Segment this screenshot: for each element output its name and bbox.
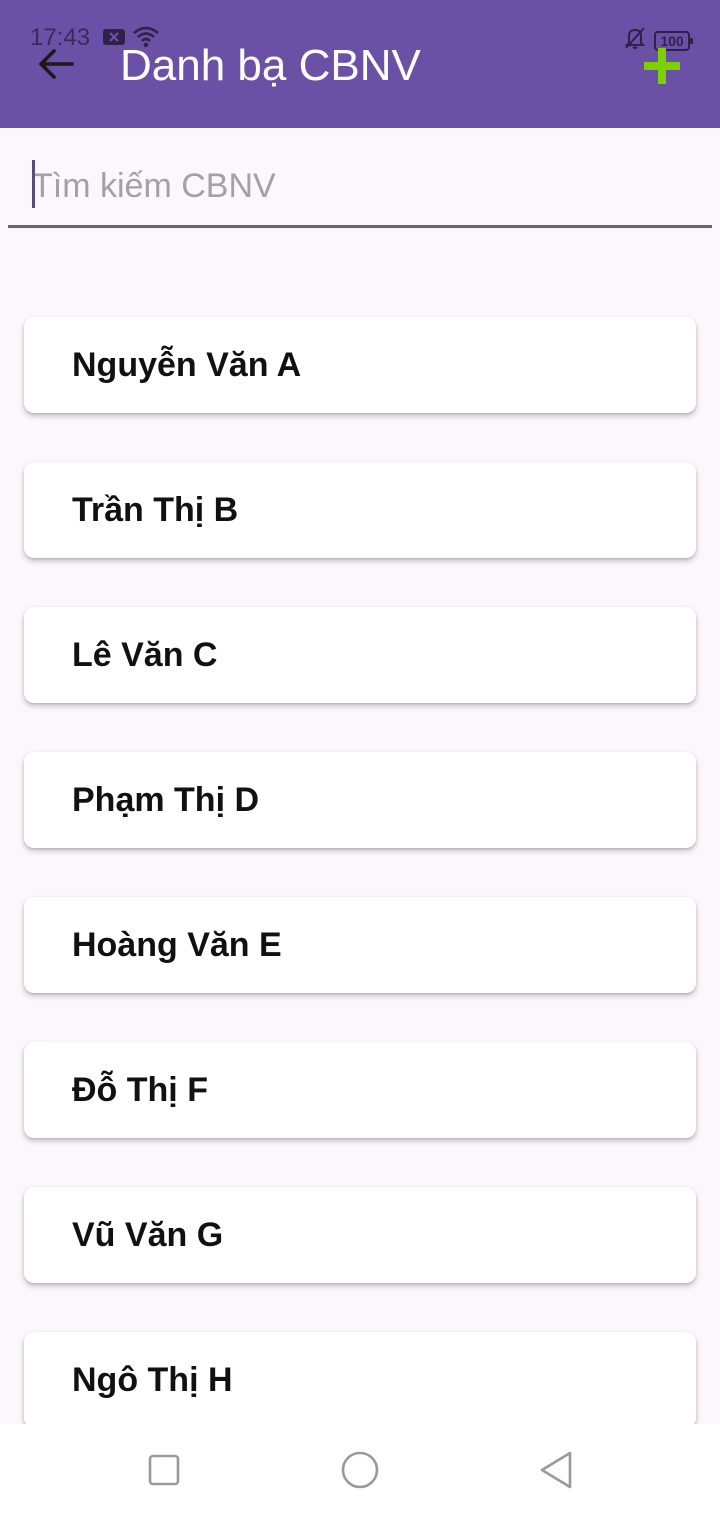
employee-name: Lê Văn C bbox=[72, 636, 218, 674]
add-employee-button[interactable] bbox=[640, 44, 684, 88]
home-button[interactable] bbox=[340, 1450, 380, 1495]
list-item[interactable]: Lê Văn C bbox=[24, 607, 696, 703]
list-item[interactable]: Phạm Thị D bbox=[24, 752, 696, 848]
search-field bbox=[8, 150, 712, 228]
text-cursor bbox=[32, 160, 35, 208]
employee-name: Trần Thị B bbox=[72, 491, 239, 529]
list-item[interactable]: Đỗ Thị F bbox=[24, 1042, 696, 1138]
list-item[interactable]: Trần Thị B bbox=[24, 462, 696, 558]
list-item[interactable]: Nguyễn Văn A bbox=[24, 317, 696, 413]
plus-icon bbox=[640, 48, 684, 92]
search-input[interactable] bbox=[32, 158, 692, 214]
employee-name: Ngô Thị H bbox=[72, 1361, 233, 1399]
nav-back-icon bbox=[538, 1450, 574, 1495]
app-bar: 17:43 100 Danh bạ CBNV bbox=[0, 0, 720, 128]
nav-back-button[interactable] bbox=[536, 1450, 576, 1495]
recent-apps-icon bbox=[148, 1454, 180, 1491]
list-item[interactable]: Hoàng Văn E bbox=[24, 897, 696, 993]
arrow-left-icon bbox=[38, 48, 74, 85]
employee-name: Nguyễn Văn A bbox=[72, 346, 302, 384]
back-button[interactable] bbox=[34, 44, 78, 88]
recent-apps-button[interactable] bbox=[144, 1452, 184, 1492]
employee-name: Vũ Văn G bbox=[72, 1216, 224, 1254]
list-item[interactable]: Ngô Thị H bbox=[24, 1332, 696, 1428]
employee-name: Đỗ Thị F bbox=[72, 1071, 208, 1109]
list-item[interactable]: Vũ Văn G bbox=[24, 1187, 696, 1283]
home-icon bbox=[340, 1450, 380, 1495]
employee-name: Phạm Thị D bbox=[72, 781, 260, 819]
system-nav-bar bbox=[0, 1424, 720, 1520]
employee-name: Hoàng Văn E bbox=[72, 926, 282, 964]
page-title: Danh bạ CBNV bbox=[120, 41, 421, 90]
